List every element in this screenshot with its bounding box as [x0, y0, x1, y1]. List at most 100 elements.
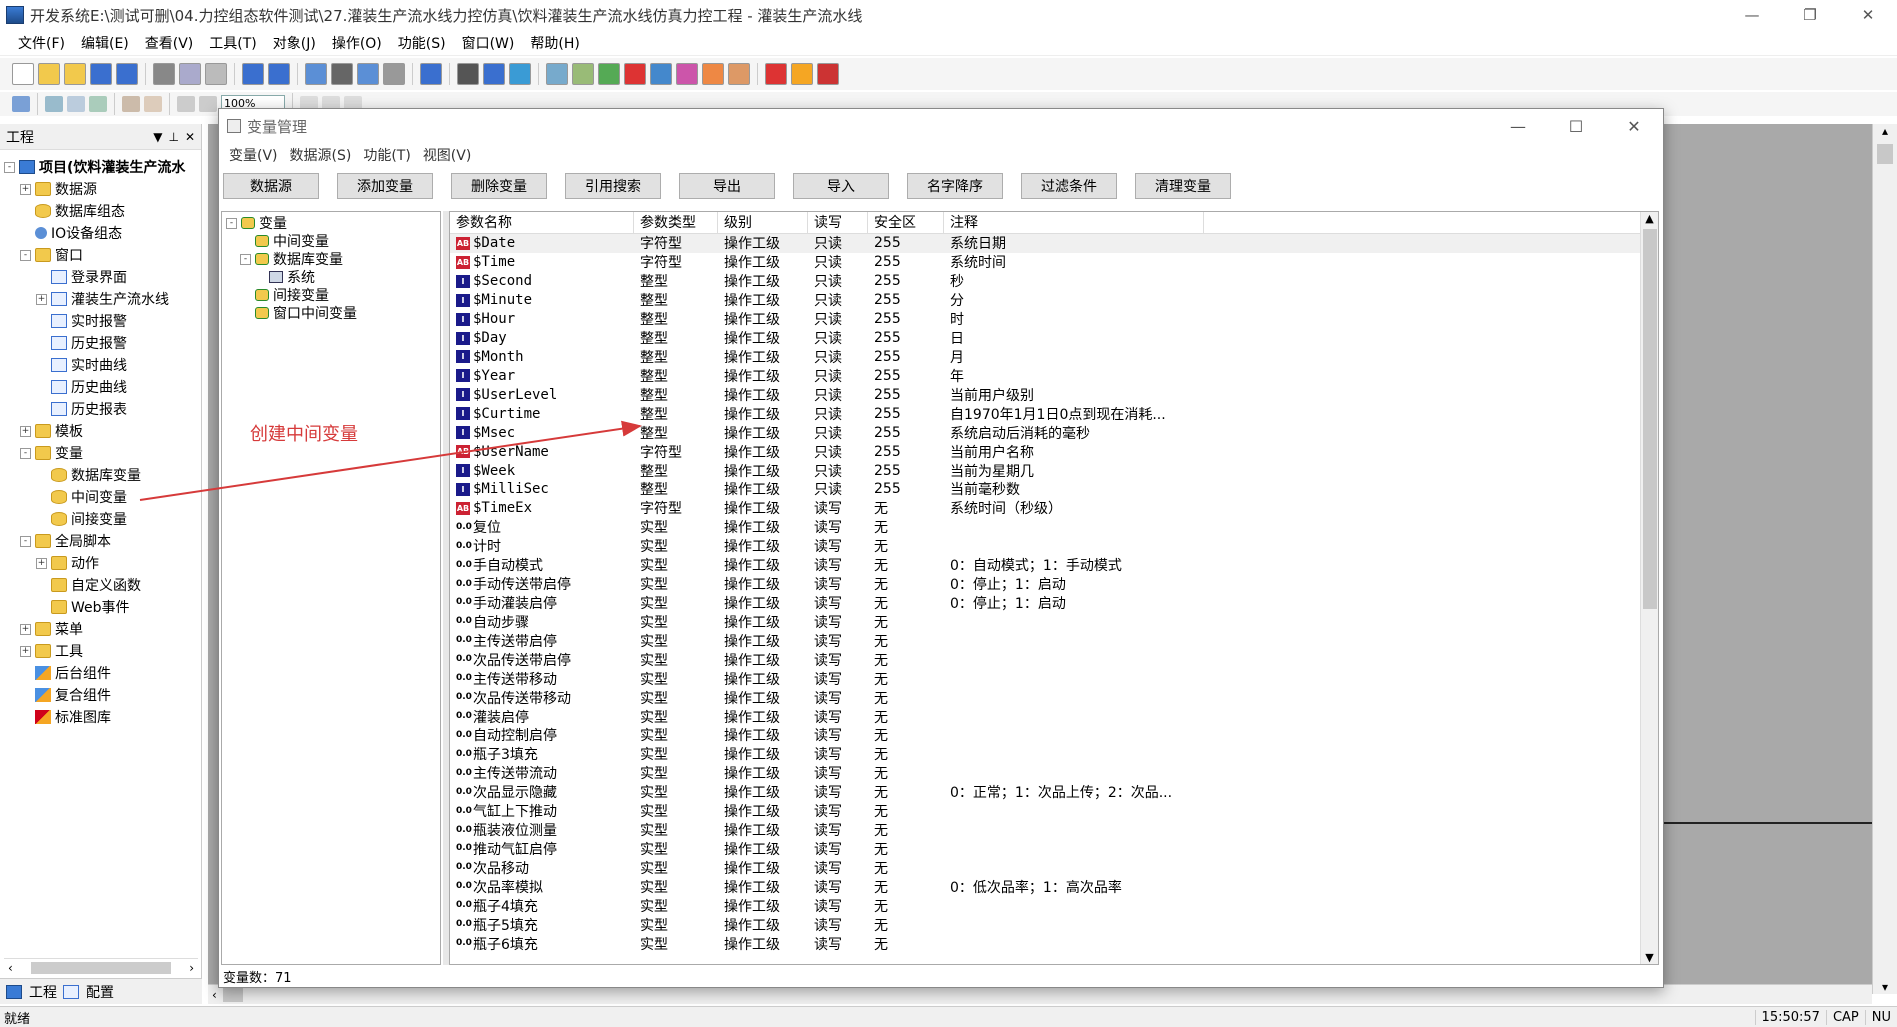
table-row[interactable]: 0.0 次品率模拟 实型 操作工级 读写无 0：低次品率；1：高次品率	[450, 877, 1658, 896]
project-tree-hscroll[interactable]: ‹ ›	[4, 958, 198, 976]
minimize-icon[interactable]: —	[1723, 0, 1781, 30]
menu-item[interactable]: 操作(O)	[324, 33, 390, 53]
close-icon[interactable]: ✕	[185, 130, 195, 144]
find-icon[interactable]	[457, 63, 479, 85]
open-icon[interactable]	[38, 63, 60, 85]
project-tree-item[interactable]: 历史曲线	[4, 376, 198, 398]
ungroup-icon[interactable]	[67, 96, 85, 112]
expand-icon[interactable]: +	[20, 623, 31, 635]
zoom-out-icon[interactable]	[199, 96, 217, 112]
library-icon[interactable]	[817, 63, 839, 85]
dialog-button[interactable]: 名字降序	[907, 173, 1003, 199]
project-tree-item[interactable]: + 动作	[4, 552, 198, 574]
variable-category-item[interactable]: 系统	[226, 268, 436, 286]
table-row[interactable]: I $Curtime 整型 操作工级 只读 255 自1970年1月1日0点到现在消耗...	[450, 404, 1658, 423]
restore-icon[interactable]: ❐	[1781, 0, 1839, 30]
dialog-menu-item[interactable]: 数据源(S)	[284, 145, 358, 165]
column-header[interactable]: 注释	[944, 212, 1204, 233]
column-header[interactable]: 安全区	[868, 212, 944, 233]
table-row[interactable]: I $MilliSec 整型 操作工级 只读 255 当前毫秒数	[450, 480, 1658, 499]
table-row[interactable]: 0.0 复位 实型 操作工级 读写无	[450, 518, 1658, 537]
project-tree-item[interactable]: 历史报表	[4, 398, 198, 420]
new-icon[interactable]	[12, 63, 34, 85]
grid-icon[interactable]	[383, 63, 405, 85]
menu-item[interactable]: 功能(S)	[390, 33, 454, 53]
collapse-icon[interactable]: -	[20, 249, 31, 261]
project-tree-item[interactable]: 实时报警	[4, 310, 198, 332]
scroll-down-icon[interactable]: ▼	[1645, 951, 1653, 964]
tab-config[interactable]: 配置	[63, 982, 114, 1002]
table-row[interactable]: I $Day 整型 操作工级 只读 255 日	[450, 329, 1658, 348]
redo-icon[interactable]	[268, 63, 290, 85]
group-icon[interactable]	[45, 96, 63, 112]
dialog-button[interactable]: 过滤条件	[1021, 173, 1117, 199]
table-row[interactable]: 0.0 瓶装液位测量 实型 操作工级 读写无	[450, 821, 1658, 840]
project-tree-item[interactable]: Web事件	[4, 596, 198, 618]
table-row[interactable]: 0.0 手自动模式 实型 操作工级 读写无 0：自动模式；1：手动模式	[450, 556, 1658, 575]
table-row[interactable]: 0.0 推动气缸启停 实型 操作工级 读写无	[450, 840, 1658, 859]
scroll-left-icon[interactable]: ‹	[8, 961, 13, 975]
pin-icon[interactable]: ⊥	[168, 130, 178, 144]
table-row[interactable]: AB $Date 字符型 操作工级 只读 255 系统日期	[450, 234, 1658, 253]
table-row[interactable]: I $Year 整型 操作工级 只读 255 年	[450, 366, 1658, 385]
dialog-button[interactable]: 删除变量	[451, 173, 547, 199]
front-icon[interactable]	[122, 96, 140, 112]
menu-item[interactable]: 编辑(E)	[73, 33, 137, 53]
dialog-menu-item[interactable]: 视图(V)	[417, 145, 478, 165]
scroll-thumb[interactable]	[31, 961, 171, 974]
variable-category-item[interactable]: - 数据库变量	[226, 250, 436, 268]
dialog-menu-item[interactable]: 功能(T)	[357, 145, 416, 165]
scroll-thumb[interactable]	[1642, 229, 1657, 609]
layer-icon[interactable]	[89, 96, 107, 112]
scroll-right-icon[interactable]: ›	[189, 961, 194, 975]
table-row[interactable]: 0.0 瓶子3填充 实型 操作工级 读写无	[450, 745, 1658, 764]
chart-icon[interactable]	[483, 63, 505, 85]
dialog-menu-item[interactable]: 变量(V)	[223, 145, 284, 165]
table-row[interactable]: 0.0 主传送带移动 实型 操作工级 读写无	[450, 669, 1658, 688]
table-row[interactable]: 0.0 计时 实型 操作工级 读写无	[450, 537, 1658, 556]
project-tree-item[interactable]: IO设备组态	[4, 222, 198, 244]
tab-project[interactable]: 工程	[6, 982, 57, 1002]
scroll-up-icon[interactable]: ▲	[1645, 212, 1653, 225]
settings-icon[interactable]	[572, 63, 594, 85]
plugin-icon[interactable]	[765, 63, 787, 85]
cross-icon[interactable]	[624, 63, 646, 85]
project-tree-item[interactable]: 数据库变量	[4, 464, 198, 486]
dialog-button[interactable]: 添加变量	[337, 173, 433, 199]
table-row[interactable]: 0.0 瓶子4填充 实型 操作工级 读写无	[450, 896, 1658, 915]
minimize-icon[interactable]: —	[1489, 109, 1547, 143]
build-icon[interactable]	[420, 63, 442, 85]
menu-item[interactable]: 帮助(H)	[522, 33, 587, 53]
table-row[interactable]: AB $UserName 字符型 操作工级 只读 255 当前用户名称	[450, 442, 1658, 461]
project-tree-item[interactable]: - 变量	[4, 442, 198, 464]
variable-list-vscroll[interactable]: ▲ ▼	[1640, 212, 1658, 964]
project-tree-item[interactable]: 登录界面	[4, 266, 198, 288]
dialog-button[interactable]: 导入	[793, 173, 889, 199]
paste-icon[interactable]	[205, 63, 227, 85]
variable-category-item[interactable]: - 变量	[226, 214, 436, 232]
table-row[interactable]: 0.0 次品移动 实型 操作工级 读写无	[450, 858, 1658, 877]
table-row[interactable]: I $Hour 整型 操作工级 只读 255 时	[450, 310, 1658, 329]
menu-item[interactable]: 文件(F)	[10, 33, 73, 53]
align-icon[interactable]	[12, 96, 30, 112]
project-tree-item[interactable]: 标准图库	[4, 706, 198, 728]
scroll-down-icon[interactable]: ▾	[1882, 980, 1888, 994]
project-tree-item[interactable]: - 全局脚本	[4, 530, 198, 552]
menu-item[interactable]: 查看(V)	[137, 33, 202, 53]
table-row[interactable]: 0.0 次品显示隐藏 实型 操作工级 读写无 0：正常；1：次品上传；2：次品...	[450, 783, 1658, 802]
window-icon[interactable]	[546, 63, 568, 85]
table-row[interactable]: 0.0 主传送带流动 实型 操作工级 读写无	[450, 764, 1658, 783]
collapse-icon[interactable]: -	[20, 535, 31, 547]
project-tree-item[interactable]: + 菜单	[4, 618, 198, 640]
collapse-icon[interactable]: -	[226, 217, 237, 229]
dialog-button[interactable]: 数据源	[223, 173, 319, 199]
folder-icon[interactable]	[64, 63, 86, 85]
dialog-button[interactable]: 导出	[679, 173, 775, 199]
project-tree-item[interactable]: 自定义函数	[4, 574, 198, 596]
layers-icon[interactable]	[791, 63, 813, 85]
table-row[interactable]: 0.0 手动传送带启停 实型 操作工级 读写无 0：停止；1：启动	[450, 575, 1658, 594]
table-row[interactable]: I $UserLevel 整型 操作工级 只读 255 当前用户级别	[450, 385, 1658, 404]
table-row[interactable]: 0.0 手动灌装启停 实型 操作工级 读写无 0：停止；1：启动	[450, 594, 1658, 613]
project-tree-item[interactable]: - 窗口	[4, 244, 198, 266]
copy-icon[interactable]	[179, 63, 201, 85]
